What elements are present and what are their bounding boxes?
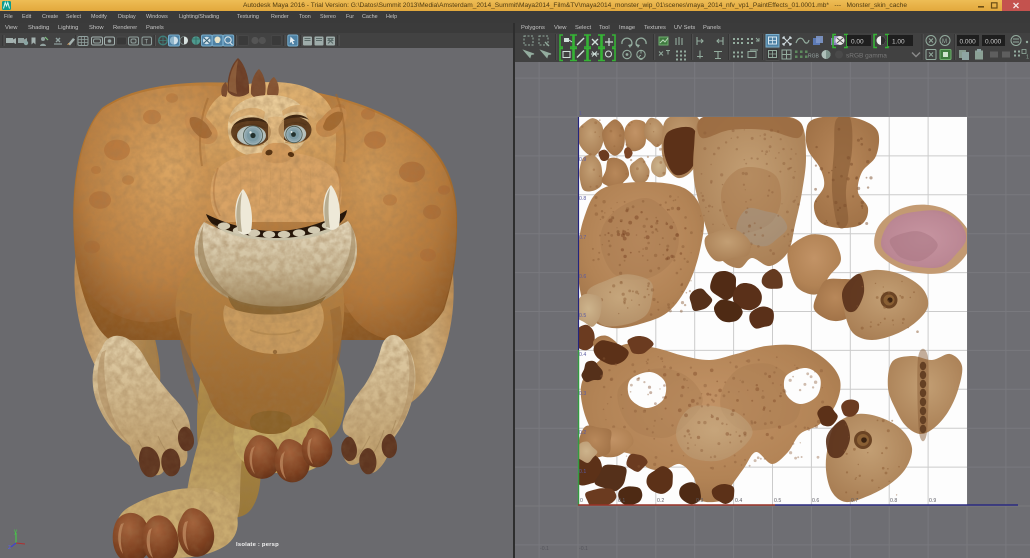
svg-text:0.2: 0.2 bbox=[657, 498, 664, 504]
svg-text:0.000: 0.000 bbox=[985, 39, 1002, 46]
svg-text:0.9: 0.9 bbox=[929, 498, 936, 504]
svg-text:0.5: 0.5 bbox=[579, 313, 586, 319]
svg-text:y: y bbox=[14, 529, 17, 535]
svg-text:-0.1: -0.1 bbox=[579, 546, 588, 552]
svg-text:1.00: 1.00 bbox=[892, 39, 905, 46]
svg-text:1: 1 bbox=[579, 111, 582, 117]
svg-text:0.1: 0.1 bbox=[579, 469, 586, 475]
svg-text:0.7: 0.7 bbox=[579, 235, 586, 241]
svg-text:0: 0 bbox=[580, 498, 583, 504]
svg-text:0.8: 0.8 bbox=[890, 498, 897, 504]
svg-text:T: T bbox=[145, 40, 149, 46]
svg-text:-0.1: -0.1 bbox=[540, 546, 549, 552]
svg-text:M: M bbox=[942, 39, 947, 45]
svg-text:0.00: 0.00 bbox=[851, 39, 864, 46]
svg-text:0.4: 0.4 bbox=[735, 498, 742, 504]
svg-text:0.6: 0.6 bbox=[812, 498, 819, 504]
svg-text:0.5: 0.5 bbox=[774, 498, 781, 504]
svg-text:sRGB gamma: sRGB gamma bbox=[846, 53, 887, 60]
svg-text:0.3: 0.3 bbox=[696, 498, 703, 504]
svg-text:RGB: RGB bbox=[808, 54, 820, 60]
svg-text:z: z bbox=[8, 545, 11, 550]
svg-text:0.7: 0.7 bbox=[851, 498, 858, 504]
svg-text:0.3: 0.3 bbox=[579, 391, 586, 397]
svg-text:0.4: 0.4 bbox=[579, 352, 586, 358]
svg-text:0.6: 0.6 bbox=[579, 274, 586, 280]
svg-text:0.2: 0.2 bbox=[579, 430, 586, 436]
svg-text:0.1: 0.1 bbox=[618, 498, 625, 504]
svg-text:0.8: 0.8 bbox=[579, 196, 586, 202]
svg-text:0.000: 0.000 bbox=[960, 39, 977, 46]
svg-text:0.9: 0.9 bbox=[579, 157, 586, 163]
svg-text:1: 1 bbox=[1026, 55, 1029, 61]
